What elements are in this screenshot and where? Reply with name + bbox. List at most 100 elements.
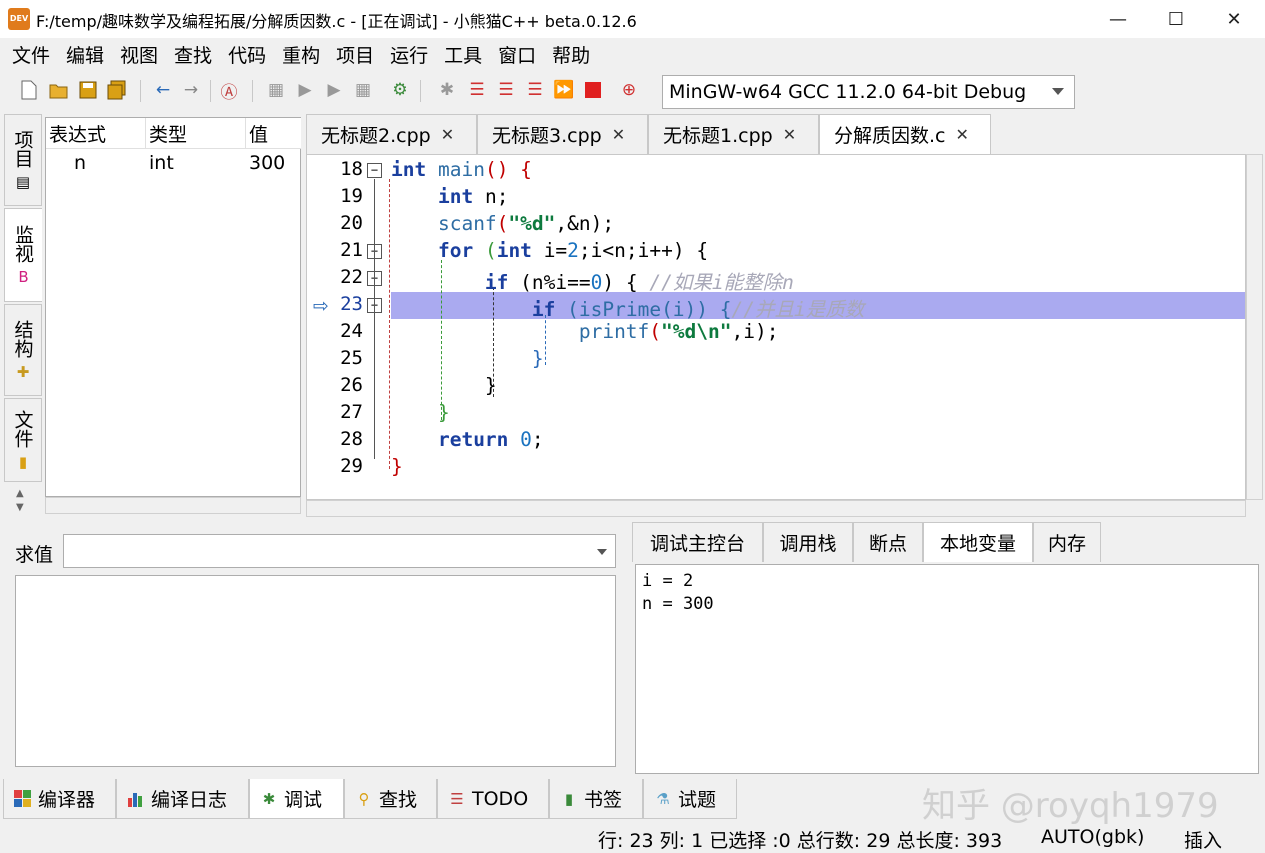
tab-memory[interactable]: 内存 (1033, 522, 1101, 562)
tab-todo[interactable]: ☰ TODO (437, 779, 549, 819)
tab-project[interactable]: 项目 ▤ (4, 114, 42, 206)
menu-project[interactable]: 项目 (328, 41, 382, 68)
tab-factorize[interactable]: 分解质因数.c ✕ (819, 114, 991, 154)
structure-icon: ✚ (16, 363, 30, 381)
menu-window[interactable]: 窗口 (490, 41, 544, 68)
menu-search[interactable]: 查找 (166, 41, 220, 68)
watch-icon: B (18, 268, 29, 286)
rebuild-icon[interactable]: ▦ (352, 79, 374, 101)
local-variables-panel: i = 2 n = 300 (635, 564, 1259, 774)
save-all-icon[interactable] (106, 79, 128, 101)
project-icon: ▤ (15, 173, 31, 191)
tab-problems[interactable]: ⚗ 试题 (643, 779, 737, 819)
menu-help[interactable]: 帮助 (544, 41, 598, 68)
bug-icon[interactable]: ✱ (436, 79, 458, 101)
checklist-icon: ☰ (450, 789, 464, 808)
compile-icon[interactable]: ▦ (265, 79, 287, 101)
menu-file[interactable]: 文件 (4, 41, 58, 68)
bar-chart-icon (127, 790, 145, 808)
eval-output (15, 575, 616, 767)
tab-local-variables[interactable]: 本地变量 (923, 522, 1033, 562)
title-bar: DEV F:/temp/趣味数学及编程拓展/分解质因数.c - [正在调试] -… (0, 0, 1265, 38)
toolbar: ← → Ⓐ ▦ ▶ ▶ ▦ ⚙ ✱ ☰ ☰ ☰ ⏩ ⊕ MinGW-w64 GC… (0, 70, 1265, 112)
watch-horizontal-scrollbar[interactable] (45, 497, 301, 514)
watermark: 知乎 @royqh1979 (922, 786, 1219, 826)
run-icon[interactable]: ▶ (294, 79, 316, 101)
add-watch-icon[interactable]: ⊕ (618, 79, 640, 101)
close-button[interactable]: ✕ (1205, 0, 1263, 38)
save-icon[interactable] (77, 79, 99, 101)
eval-input[interactable] (63, 534, 616, 568)
step-out-icon[interactable]: ☰ (524, 79, 546, 101)
status-insert-mode: 插入 (1184, 830, 1223, 852)
menu-run[interactable]: 运行 (382, 41, 436, 68)
new-file-icon[interactable] (18, 79, 40, 101)
line-number: 18 (340, 158, 363, 180)
step-over-icon[interactable]: ☰ (466, 79, 488, 101)
tab-watch[interactable]: 监视 B (4, 208, 42, 302)
local-var: n = 300 (642, 594, 714, 614)
menu-edit[interactable]: 编辑 (58, 41, 112, 68)
tab-compiler[interactable]: 编译器 (3, 779, 116, 819)
code-line-23: if (isPrime(i)) {//并且i是质数 (531, 298, 865, 321)
bookmark-icon: ▮ (564, 789, 574, 808)
line-number: 21 (340, 239, 363, 261)
forward-arrow-icon[interactable]: → (180, 79, 202, 101)
menu-code[interactable]: 代码 (220, 41, 274, 68)
left-tab-strip: 项目 ▤ 监视 B 结构 ✚ 文件 ▮ (2, 114, 42, 484)
menu-refactor[interactable]: 重构 (274, 41, 328, 68)
line-number: 26 (340, 374, 363, 396)
tabs-scroll-up-icon[interactable]: ▲ (16, 488, 24, 499)
line-number: 28 (340, 428, 363, 450)
tab-call-stack[interactable]: 调用栈 (763, 522, 853, 562)
local-var: i = 2 (642, 571, 694, 591)
close-icon[interactable]: ✕ (612, 125, 625, 144)
maximize-button[interactable]: ☐ (1147, 0, 1205, 38)
code-line-18: int main() { (391, 158, 532, 181)
watch-header-value[interactable]: 值 (246, 118, 301, 149)
stop-icon[interactable] (582, 79, 604, 101)
tab-files[interactable]: 文件 ▮ (4, 398, 42, 482)
format-code-icon[interactable]: Ⓐ (218, 79, 240, 103)
close-icon[interactable]: ✕ (956, 125, 969, 144)
tabs-scroll-down-icon[interactable]: ▼ (16, 502, 24, 513)
tab-compile-log[interactable]: 编译日志 (116, 779, 249, 819)
menu-tools[interactable]: 工具 (436, 41, 490, 68)
toolbar-separator (140, 80, 141, 102)
editor-vertical-scrollbar[interactable] (1246, 154, 1263, 500)
tab-bookmarks[interactable]: ▮ 书签 (549, 779, 643, 819)
menu-view[interactable]: 视图 (112, 41, 166, 68)
status-encoding[interactable]: AUTO(gbk) (1041, 826, 1144, 848)
step-into-icon[interactable]: ☰ (495, 79, 517, 101)
tab-structure[interactable]: 结构 ✚ (4, 304, 42, 396)
code-editor[interactable]: ⇨ 18 19 20 21 22 23 24 25 26 27 28 29 − … (306, 154, 1246, 500)
watch-row-type: int (149, 152, 174, 174)
tab-untitled3[interactable]: 无标题3.cpp ✕ (477, 114, 648, 154)
editor-horizontal-scrollbar[interactable] (306, 500, 1246, 517)
watch-header-type[interactable]: 类型 (146, 118, 246, 149)
back-arrow-icon[interactable]: ← (152, 79, 174, 101)
watch-row-expression[interactable]: n (74, 152, 86, 174)
compiler-select[interactable]: MinGW-w64 GCC 11.2.0 64-bit Debug (662, 75, 1075, 109)
chevron-down-icon[interactable] (597, 549, 607, 555)
compile-run-icon[interactable]: ▶ (323, 79, 345, 101)
fold-toggle[interactable]: − (367, 163, 382, 178)
tab-debug[interactable]: ✱ 调试 (249, 779, 344, 819)
code-line-20: scanf("%d",&n); (437, 212, 615, 235)
tab-breakpoints[interactable]: 断点 (853, 522, 923, 562)
open-folder-icon[interactable] (48, 79, 70, 101)
code-line-19: int n; (437, 185, 509, 208)
close-icon[interactable]: ✕ (783, 125, 796, 144)
app-icon: DEV (8, 8, 30, 30)
line-number: 20 (340, 212, 363, 234)
continue-icon[interactable]: ⏩ (553, 79, 575, 101)
watch-header-expression[interactable]: 表达式 (46, 118, 146, 149)
minimize-button[interactable]: — (1089, 0, 1147, 38)
tab-untitled1[interactable]: 无标题1.cpp ✕ (648, 114, 819, 154)
editor-tab-bar: 无标题2.cpp ✕ 无标题3.cpp ✕ 无标题1.cpp ✕ 分解质因数.c ✕ (306, 114, 1258, 154)
close-icon[interactable]: ✕ (441, 125, 454, 144)
tab-untitled2[interactable]: 无标题2.cpp ✕ (306, 114, 477, 154)
debug-icon[interactable]: ⚙ (389, 79, 411, 101)
tab-find[interactable]: ⚲ 查找 (344, 779, 437, 819)
tab-debug-console[interactable]: 调试主控台 (632, 522, 763, 562)
